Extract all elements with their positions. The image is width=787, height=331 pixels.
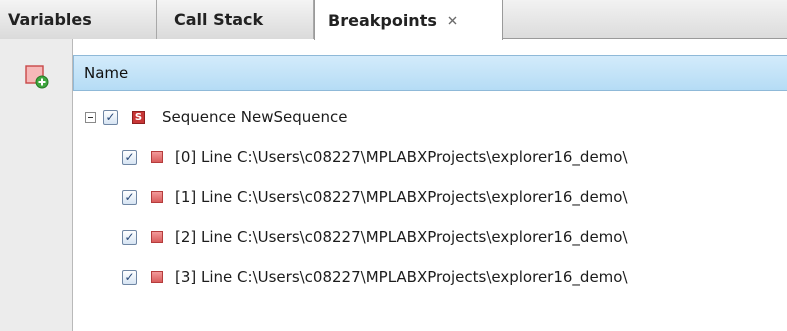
breakpoint-icon: [151, 231, 163, 243]
sequence-checkbox[interactable]: ✓: [103, 109, 118, 125]
tab-variables[interactable]: Variables: [0, 0, 157, 39]
new-breakpoint-icon: [25, 65, 49, 89]
tab-breakpoints[interactable]: Breakpoints: [314, 0, 503, 40]
breakpoint-label: [0] Line C:\Users\c08227\MPLABXProjects\…: [175, 148, 628, 166]
tab-label: Call Stack: [174, 10, 264, 29]
close-icon[interactable]: [448, 15, 458, 25]
column-header-name[interactable]: Name: [73, 55, 787, 91]
breakpoint-row[interactable]: ✓ [1] Line C:\Users\c08227\MPLABXProject…: [122, 182, 628, 212]
tab-call-stack[interactable]: Call Stack: [157, 0, 314, 39]
sequence-row[interactable]: ✓ S Sequence NewSequence: [85, 102, 347, 132]
breakpoint-checkbox[interactable]: ✓: [122, 189, 137, 205]
breakpoint-checkbox[interactable]: ✓: [122, 149, 137, 165]
breakpoint-icon: [151, 191, 163, 203]
column-header-label: Name: [84, 64, 129, 82]
breakpoint-label: [3] Line C:\Users\c08227\MPLABXProjects\…: [175, 268, 628, 286]
breakpoint-row[interactable]: ✓ [3] Line C:\Users\c08227\MPLABXProject…: [122, 262, 628, 292]
sequence-icon: S: [132, 110, 145, 124]
breakpoint-icon: [151, 271, 163, 283]
breakpoint-row[interactable]: ✓ [2] Line C:\Users\c08227\MPLABXProject…: [122, 222, 628, 252]
breakpoint-checkbox[interactable]: ✓: [122, 229, 137, 245]
new-breakpoint-button[interactable]: [24, 63, 50, 89]
tab-label: Variables: [8, 10, 92, 29]
breakpoint-label: [2] Line C:\Users\c08227\MPLABXProjects\…: [175, 228, 628, 246]
tab-label: Breakpoints: [328, 10, 437, 30]
breakpoint-label: [1] Line C:\Users\c08227\MPLABXProjects\…: [175, 188, 628, 206]
breakpoint-icon: [151, 151, 163, 163]
breakpoints-tree-table: Name ✓ S Sequence NewSequence ✓ [0] Line…: [73, 39, 787, 331]
tab-bar: Variables Call Stack Breakpoints: [0, 0, 787, 40]
sequence-label: Sequence NewSequence: [162, 108, 348, 126]
collapse-icon[interactable]: [85, 111, 96, 123]
breakpoint-toolbar: [0, 39, 73, 331]
breakpoint-checkbox[interactable]: ✓: [122, 269, 137, 285]
breakpoint-row[interactable]: ✓ [0] Line C:\Users\c08227\MPLABXProject…: [122, 142, 628, 172]
